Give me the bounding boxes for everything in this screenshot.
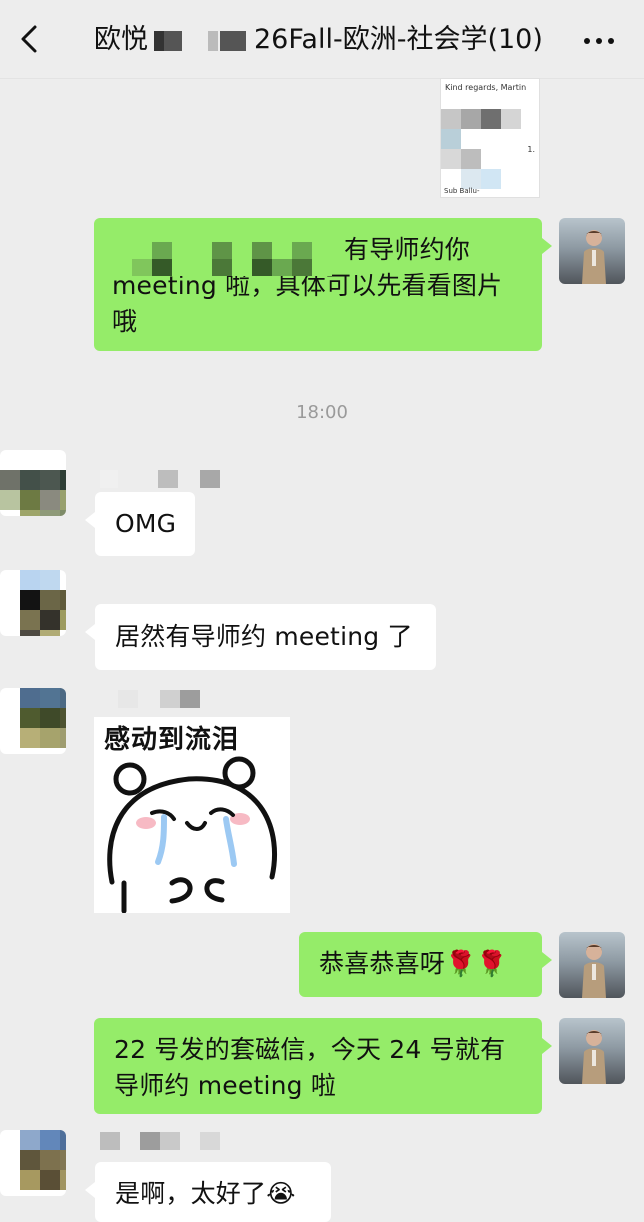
avatar-redaction	[0, 570, 66, 636]
contact-avatar[interactable]	[0, 1130, 66, 1196]
contact-avatar[interactable]	[0, 570, 66, 636]
title-redaction	[152, 29, 250, 53]
sender-name-redaction	[100, 470, 220, 488]
contact-avatar[interactable]	[0, 450, 66, 516]
incoming-message-bubble[interactable]: OMG	[85, 492, 195, 556]
message-line-1: 22 号发的套磁信，今天 24 号就有	[114, 1035, 506, 1064]
message-line-3: 哦	[112, 307, 138, 336]
sender-name-redaction	[100, 1132, 220, 1150]
self-avatar[interactable]	[559, 1018, 625, 1084]
outgoing-message-bubble[interactable]: 恭喜恭喜呀🌹🌹	[299, 932, 552, 997]
contact-avatar[interactable]	[0, 688, 66, 754]
person-icon	[582, 230, 606, 284]
avatar-redaction	[0, 688, 66, 754]
chat-header: 欧悦 26Fall-欧洲-社会学(10)	[0, 0, 644, 79]
incoming-message-bubble[interactable]: 是啊，太好了😭	[85, 1162, 331, 1222]
document-redaction	[441, 109, 521, 189]
self-avatar[interactable]	[559, 932, 625, 998]
message-line: 有导师约你	[112, 232, 524, 276]
more-icon[interactable]	[584, 38, 614, 44]
mention-redaction	[132, 242, 332, 276]
chat-title: 欧悦 26Fall-欧洲-社会学(10)	[94, 22, 543, 58]
document-page-marker: 1.	[527, 145, 535, 154]
message-text: OMG	[115, 509, 177, 538]
avatar-redaction	[0, 450, 66, 516]
self-avatar[interactable]	[559, 218, 625, 284]
chat-timestamp: 18:00	[296, 402, 348, 423]
message-line-1: 有导师约你	[344, 235, 471, 264]
document-footer-text: Sub Ballu-	[444, 187, 480, 195]
document-signature-text: Kind regards, Martin	[445, 83, 527, 92]
outgoing-message-bubble[interactable]: 有导师约你 meeting 啦，具体可以先看看图片 哦	[94, 218, 552, 351]
message-text: 是啊，太好了😭	[115, 1179, 296, 1208]
sticker-image[interactable]: 感动到流泪	[94, 717, 290, 913]
sticker-caption: 感动到流泪	[104, 725, 240, 755]
message-line-2: 导师约 meeting 啦	[114, 1071, 337, 1100]
sender-name-redaction	[100, 690, 220, 708]
avatar-redaction	[0, 1130, 66, 1196]
message-text: 居然有导师约 meeting 了	[115, 622, 413, 651]
incoming-message-bubble[interactable]: 居然有导师约 meeting 了	[85, 604, 436, 670]
person-icon	[582, 1030, 606, 1084]
chat-title-suffix: 26Fall-欧洲-社会学(10)	[254, 24, 543, 55]
document-preview-image[interactable]: Kind regards, Martin 1. Sub Ballu-	[440, 78, 540, 198]
chat-title-prefix: 欧悦	[94, 24, 148, 55]
person-icon	[582, 944, 606, 998]
message-text: 恭喜恭喜呀🌹🌹	[319, 949, 508, 978]
outgoing-message-bubble[interactable]: 22 号发的套磁信，今天 24 号就有 导师约 meeting 啦	[94, 1018, 552, 1114]
back-icon[interactable]	[18, 24, 42, 54]
